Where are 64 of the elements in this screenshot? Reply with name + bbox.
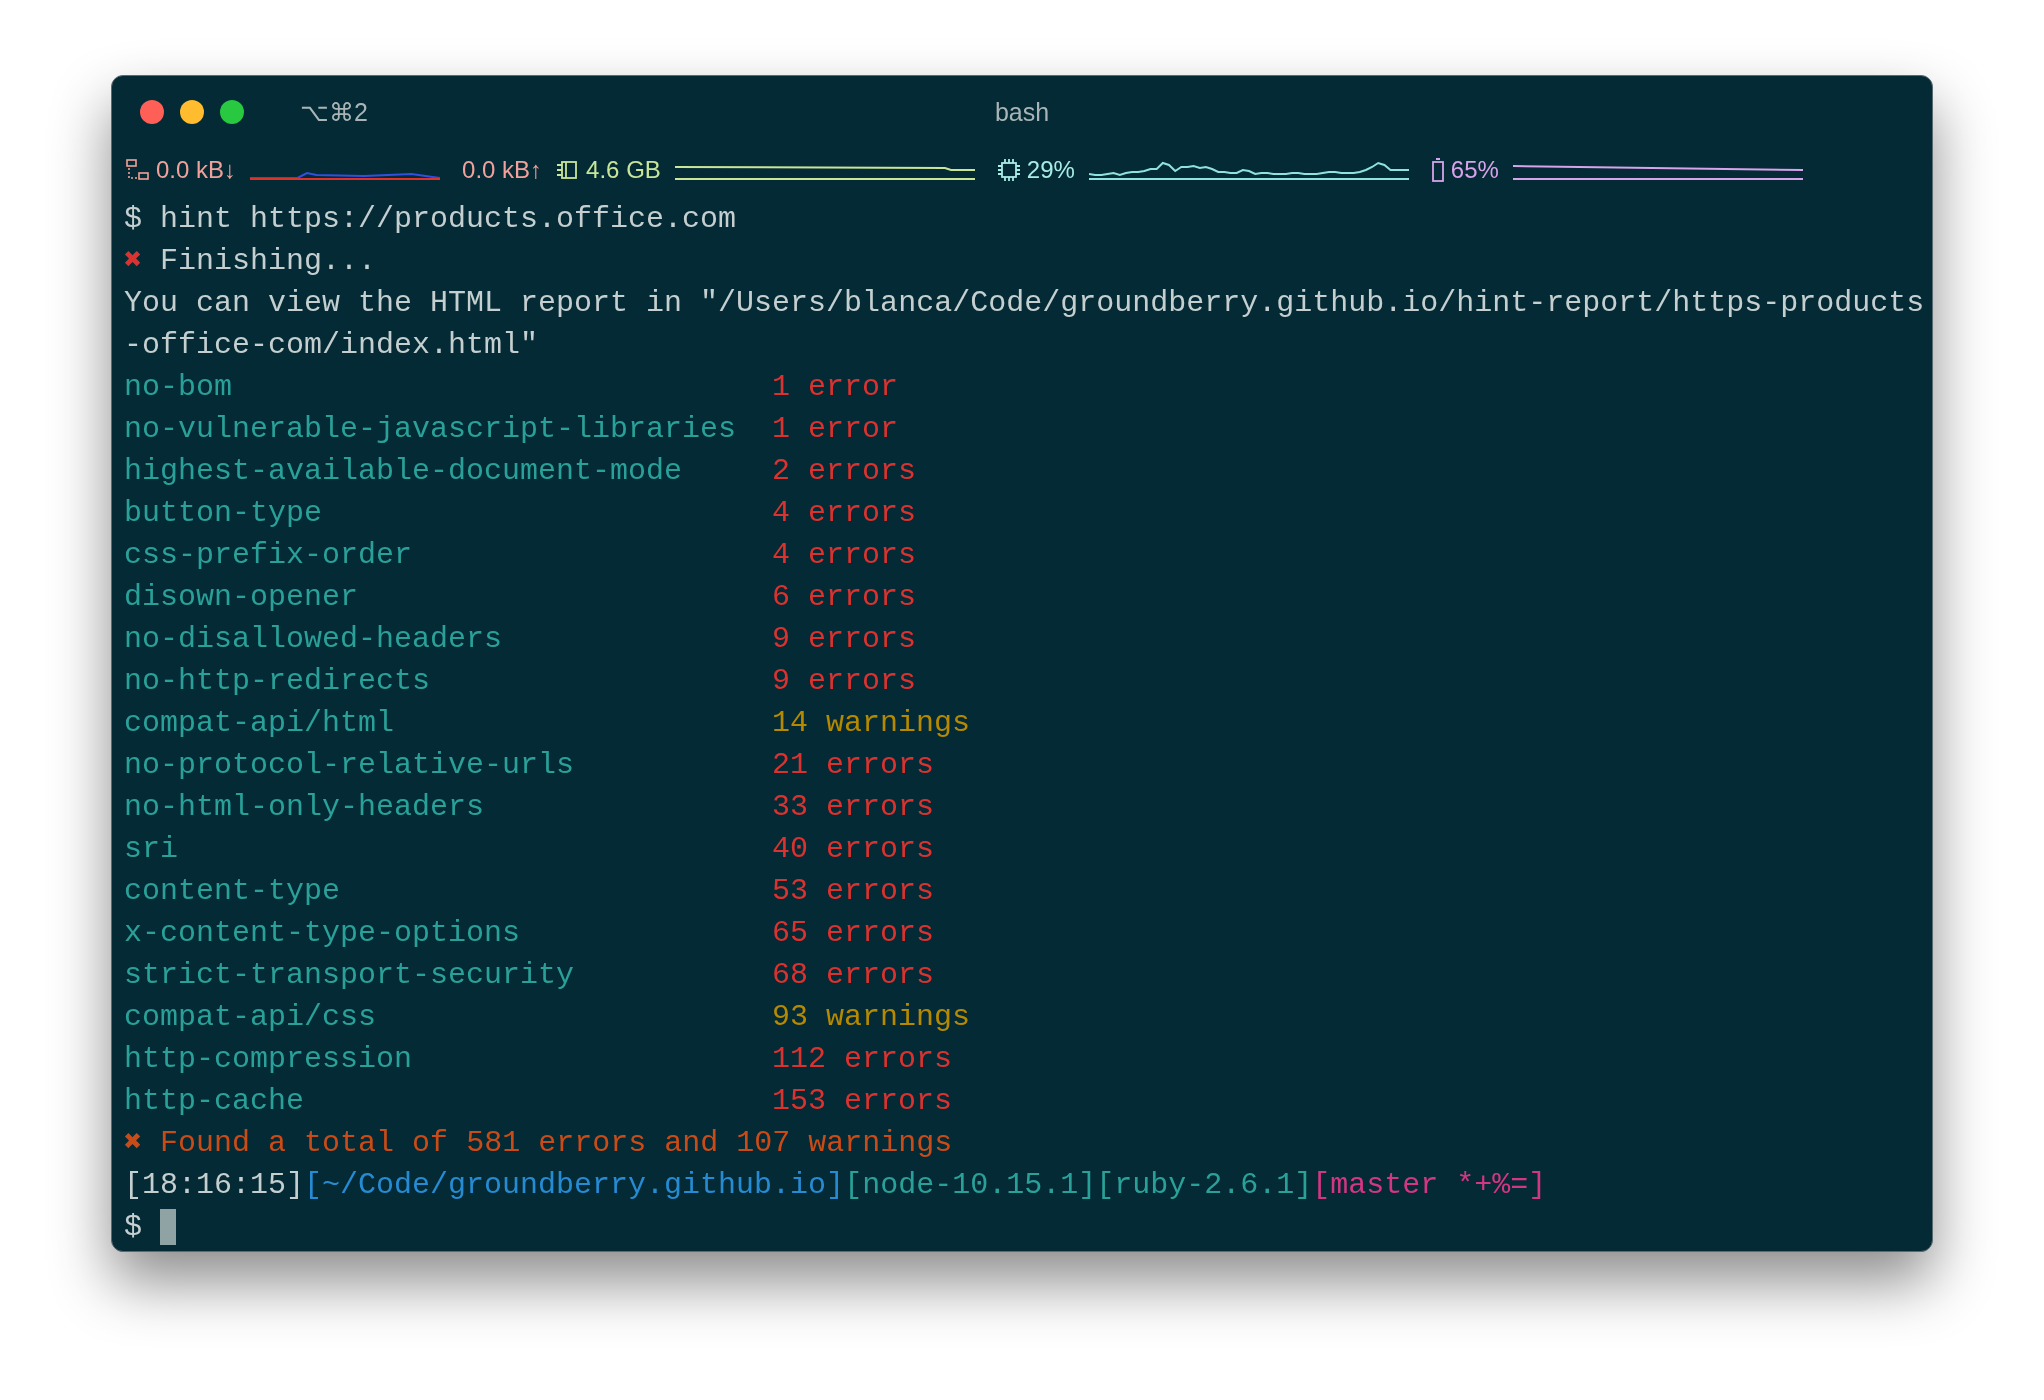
rule-name: strict-transport-security — [124, 957, 576, 994]
cross-icon: ✖ — [124, 240, 143, 282]
rule-name: no-protocol-relative-urls — [124, 747, 576, 784]
rule-result: 1 error — [772, 411, 899, 448]
rule-result: 153 errors — [772, 1083, 953, 1120]
rule-name: no-bom — [124, 369, 234, 406]
rule-result: 21 errors — [772, 747, 935, 784]
status-reading: 65% — [1450, 156, 1499, 184]
prompt-label: [~/Code/groundberry.github.io] — [304, 1167, 845, 1204]
rule-name: content-type — [124, 873, 342, 910]
status-message: Finishing... — [160, 243, 377, 280]
rule-name: sri — [124, 831, 179, 868]
rule-result: 4 errors — [772, 495, 917, 532]
rule-result: 40 errors — [772, 831, 935, 868]
rule-result: 9 errors — [772, 621, 917, 658]
battery-icon — [1430, 158, 1445, 182]
status-reading: 29% — [1026, 156, 1075, 184]
summary-message: Found a total of 581 errors and 107 warnings — [160, 1125, 953, 1162]
command-text: hint https://products.office.com — [160, 201, 737, 238]
rule-name: compat-api/css — [124, 999, 378, 1036]
rule-result: 33 errors — [772, 789, 935, 826]
close-button[interactable] — [140, 100, 164, 124]
prompt-label: [ruby-2.6.1] — [1096, 1167, 1313, 1204]
zoom-button[interactable] — [220, 100, 244, 124]
status-reading: 0.0 kB↓ — [156, 156, 237, 184]
output-line: You can view the HTML report in "/Users/blanca/Code/groundberry.github.io/hint-report/https-products — [124, 285, 1925, 322]
output-line: -office-com/index.html" — [124, 327, 539, 364]
rule-name: css-prefix-order — [124, 537, 414, 574]
prompt-label: [node-10.15.1] — [844, 1167, 1097, 1204]
rule-name: x-content-type-options — [124, 915, 522, 952]
status-reading: 0.0 kB↑ — [462, 156, 543, 184]
rule-result: 65 errors — [772, 915, 935, 952]
rule-result: 2 errors — [772, 453, 917, 490]
network-icon — [126, 159, 150, 181]
prompt-label: [18:16:15] — [124, 1167, 305, 1204]
prompt-label: [master *+%=] — [1312, 1167, 1547, 1204]
rule-name: disown-opener — [124, 579, 360, 616]
rule-name: no-disallowed-headers — [124, 621, 504, 658]
rule-name: no-http-redirects — [124, 663, 432, 700]
rule-result: 9 errors — [772, 663, 917, 700]
cpu-icon — [996, 158, 1021, 182]
rule-result: 4 errors — [772, 537, 917, 574]
rule-result: 14 warnings — [772, 705, 971, 742]
rule-name: no-vulnerable-javascript-libraries — [124, 411, 738, 448]
minimize-button[interactable] — [180, 100, 204, 124]
cross-icon: ✖ — [124, 1122, 143, 1164]
rule-name: button-type — [124, 495, 324, 532]
rule-name: compat-api/html — [124, 705, 396, 742]
rule-result: 93 warnings — [772, 999, 971, 1036]
rule-result: 6 errors — [772, 579, 917, 616]
rule-result: 1 error — [772, 369, 899, 406]
rule-name: http-cache — [124, 1083, 306, 1120]
rule-result: 112 errors — [772, 1041, 953, 1078]
rule-name: highest-available-document-mode — [124, 453, 684, 490]
rule-result: 53 errors — [772, 873, 935, 910]
window-title: bash — [994, 97, 1050, 127]
rule-result: 68 errors — [772, 957, 935, 994]
prompt-symbol: $ — [124, 1209, 142, 1246]
text-cursor — [160, 1209, 176, 1245]
status-reading: 4.6 GB — [586, 156, 661, 184]
rule-name: http-compression — [124, 1041, 414, 1078]
tab-shortcut: ⌥⌘2 — [300, 97, 368, 127]
rule-name: no-html-only-headers — [124, 789, 486, 826]
prompt-symbol: $ — [124, 201, 142, 238]
